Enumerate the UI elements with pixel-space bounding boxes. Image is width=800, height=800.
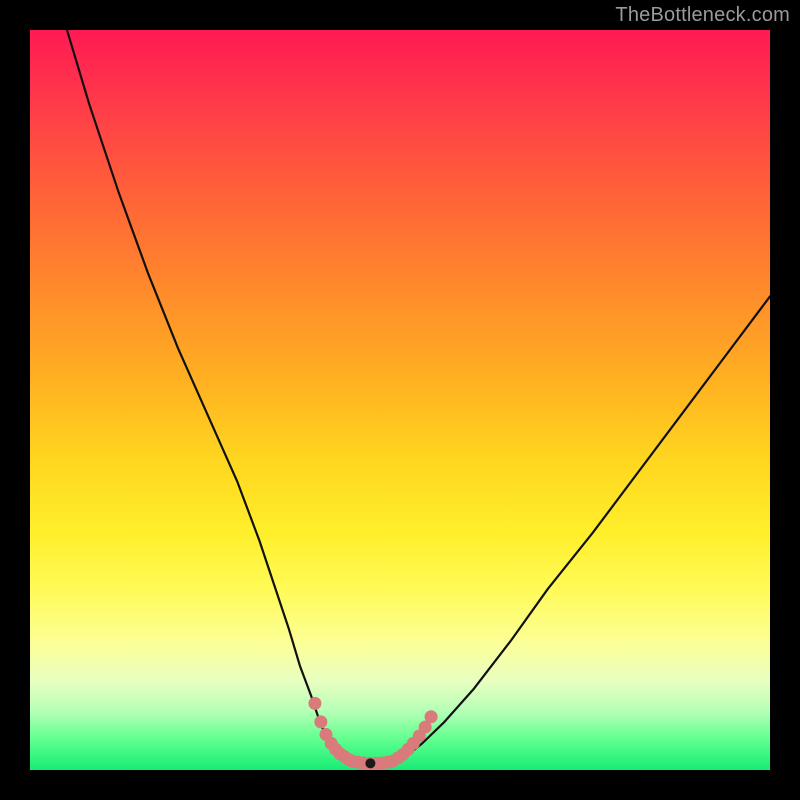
plot-area <box>30 30 770 770</box>
watermark-text: TheBottleneck.com <box>615 4 790 27</box>
chart-frame: TheBottleneck.com <box>0 0 800 800</box>
